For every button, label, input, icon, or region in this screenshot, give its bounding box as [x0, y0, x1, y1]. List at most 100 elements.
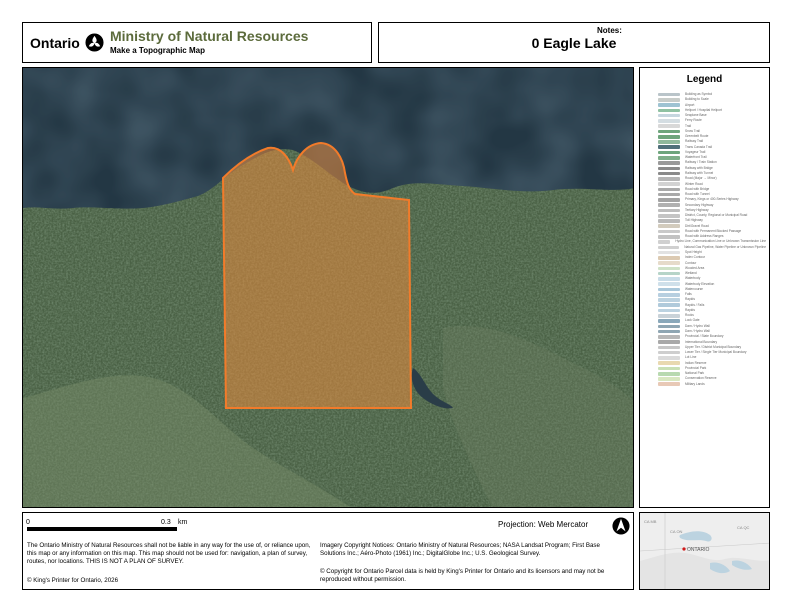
legend-item-label: Watercourse	[685, 286, 703, 291]
legend-item-label: International Boundary	[685, 339, 718, 344]
legend-item-label: Waterfront Trail	[685, 155, 707, 160]
projection-label: Projection: Web Mercator	[498, 520, 589, 529]
locator-label-on: CA ON	[670, 529, 683, 534]
scale-max-label: 0.3	[161, 519, 171, 526]
legend-item-label: Contour	[685, 260, 697, 265]
legend-symbol	[658, 192, 680, 197]
legend-item-label: Toll Highway	[685, 218, 703, 223]
legend-item-label: Primary, Kings or 400-Series Highway	[685, 197, 739, 202]
legend-item-label: Hydro Line, Communication Line or Unknow…	[675, 239, 766, 244]
legend-symbol	[658, 319, 680, 323]
legend-symbol	[658, 113, 680, 118]
legend-item-label: District, County, Regional or Municipal …	[685, 213, 748, 218]
legend-item-label: Lower Tier / Single Tier Municipal Bound…	[685, 350, 747, 355]
legend-item-label: Waterbody	[685, 276, 701, 281]
legend-item-label: Waterbody Elevation	[685, 281, 715, 286]
legend-item-label: Trail	[685, 123, 692, 128]
legend-item-label: Road with Bridge	[685, 186, 710, 191]
legend-item: Military Lands	[658, 382, 766, 387]
legend-item-label: Snow Trail	[685, 128, 700, 133]
legend-item-label: Dirt/Gravel Road	[685, 223, 709, 228]
legend-symbol	[658, 177, 680, 181]
liability-disclaimer: The Ontario Ministry of Natural Resource…	[27, 542, 311, 565]
legend-item-label: Spot Height	[685, 250, 702, 254]
legend-symbol	[658, 308, 680, 313]
legend-symbol	[658, 124, 680, 129]
legend-symbol	[658, 150, 680, 155]
legend-symbol	[658, 229, 680, 234]
locator-label-mb: CA MB	[644, 519, 657, 524]
locator-label-qc: CA QC	[737, 525, 750, 530]
legend-item-label: Dam / Hydro Wall	[685, 323, 710, 328]
legend-item-label: Wooded Area	[685, 265, 705, 270]
legend-symbol	[658, 313, 680, 318]
legend-symbol	[658, 377, 680, 381]
legend-title: Legend	[686, 74, 723, 85]
legend-item-label: Rapids	[685, 297, 695, 302]
legend-item-label: Heliport / Hospital Heliport	[685, 107, 723, 112]
legend-symbol	[658, 108, 680, 113]
legend-symbol	[658, 350, 680, 355]
legend-symbol	[658, 261, 680, 265]
ministry-name: Ministry of Natural Resources	[110, 28, 309, 44]
locator-map-graphic: ONTARIO CA MB CA QC CA ON	[640, 513, 769, 589]
legend-item-label: Lock Gate	[685, 318, 700, 323]
legend-symbol	[658, 235, 680, 239]
notes-label: Notes:	[597, 26, 622, 35]
legend-symbol	[658, 271, 680, 276]
legend-symbol	[658, 203, 680, 207]
legend-item-label: Railway with Bridge	[685, 165, 713, 170]
legend-symbol	[658, 156, 680, 160]
legend-item-label: Greenbelt Route	[685, 134, 709, 139]
satellite-imagery[interactable]	[23, 68, 634, 508]
legend-list: Building as Symbol Building to Scale Airpo…	[658, 92, 766, 387]
legend-item-label: Building as Symbol	[685, 92, 713, 97]
legend-item-label: National Park	[685, 371, 705, 376]
locator-map: ONTARIO CA MB CA QC CA ON	[639, 512, 770, 590]
trillium-logo-icon	[85, 33, 104, 52]
legend-symbol	[658, 250, 680, 255]
legend-symbol	[658, 277, 680, 281]
map-view[interactable]	[22, 67, 634, 508]
legend-symbol	[658, 298, 680, 302]
legend-item-label: Upper Tier / District Municipal Boundary	[685, 344, 742, 349]
legend-symbol	[658, 166, 680, 171]
scale-unit-label: km	[178, 519, 188, 526]
legend-item-label: Rapids	[685, 307, 695, 312]
legend-item-label: Lot Line	[685, 355, 697, 360]
legend-item-label: Railway with Tunnel	[685, 171, 714, 176]
legend-symbol	[658, 103, 680, 107]
legend-symbol	[658, 371, 680, 376]
legend-item-label: Airport	[685, 102, 695, 107]
legend-symbol	[658, 287, 680, 292]
legend-symbol	[658, 356, 680, 360]
legend-item-label: Road with Permanent Blocked Passage	[685, 228, 742, 233]
legend-symbol	[658, 198, 680, 202]
legend-item-label: Conservation Reserve	[685, 376, 717, 381]
legend-symbol	[658, 219, 680, 223]
legend-symbol	[658, 366, 680, 371]
legend-symbol	[658, 134, 680, 139]
legend-item-label: Provincial / State Boundary	[685, 334, 724, 339]
legend-item-label: Dam / Hydro Wall	[685, 328, 710, 333]
legend-symbol	[658, 382, 680, 387]
legend-symbol	[658, 208, 680, 213]
scale-zero-label: 0	[26, 519, 30, 526]
legend-symbol	[658, 92, 680, 97]
legend-item-label: Seaplane Base	[685, 113, 707, 118]
legend-item-label: Rapids / Falls	[685, 302, 705, 307]
legend-symbol	[658, 340, 680, 344]
legend-item-label: Natural Gas Pipeline, Water Pipeline or …	[684, 244, 766, 249]
legend-symbol	[658, 171, 680, 176]
legend-item-label: Railway Trail	[685, 139, 704, 144]
legend-item-label: Index Contour	[685, 255, 706, 260]
location-marker	[682, 547, 686, 551]
legend-symbol	[658, 98, 680, 102]
legend-symbol	[658, 266, 680, 271]
legend-symbol	[658, 324, 680, 329]
legend-symbol	[658, 345, 680, 350]
legend-item-label: Rocks	[685, 313, 694, 318]
legend-item-label: Ferry Route	[685, 118, 702, 123]
locator-label-ontario: ONTARIO	[687, 547, 710, 553]
legend-symbol	[658, 335, 680, 339]
